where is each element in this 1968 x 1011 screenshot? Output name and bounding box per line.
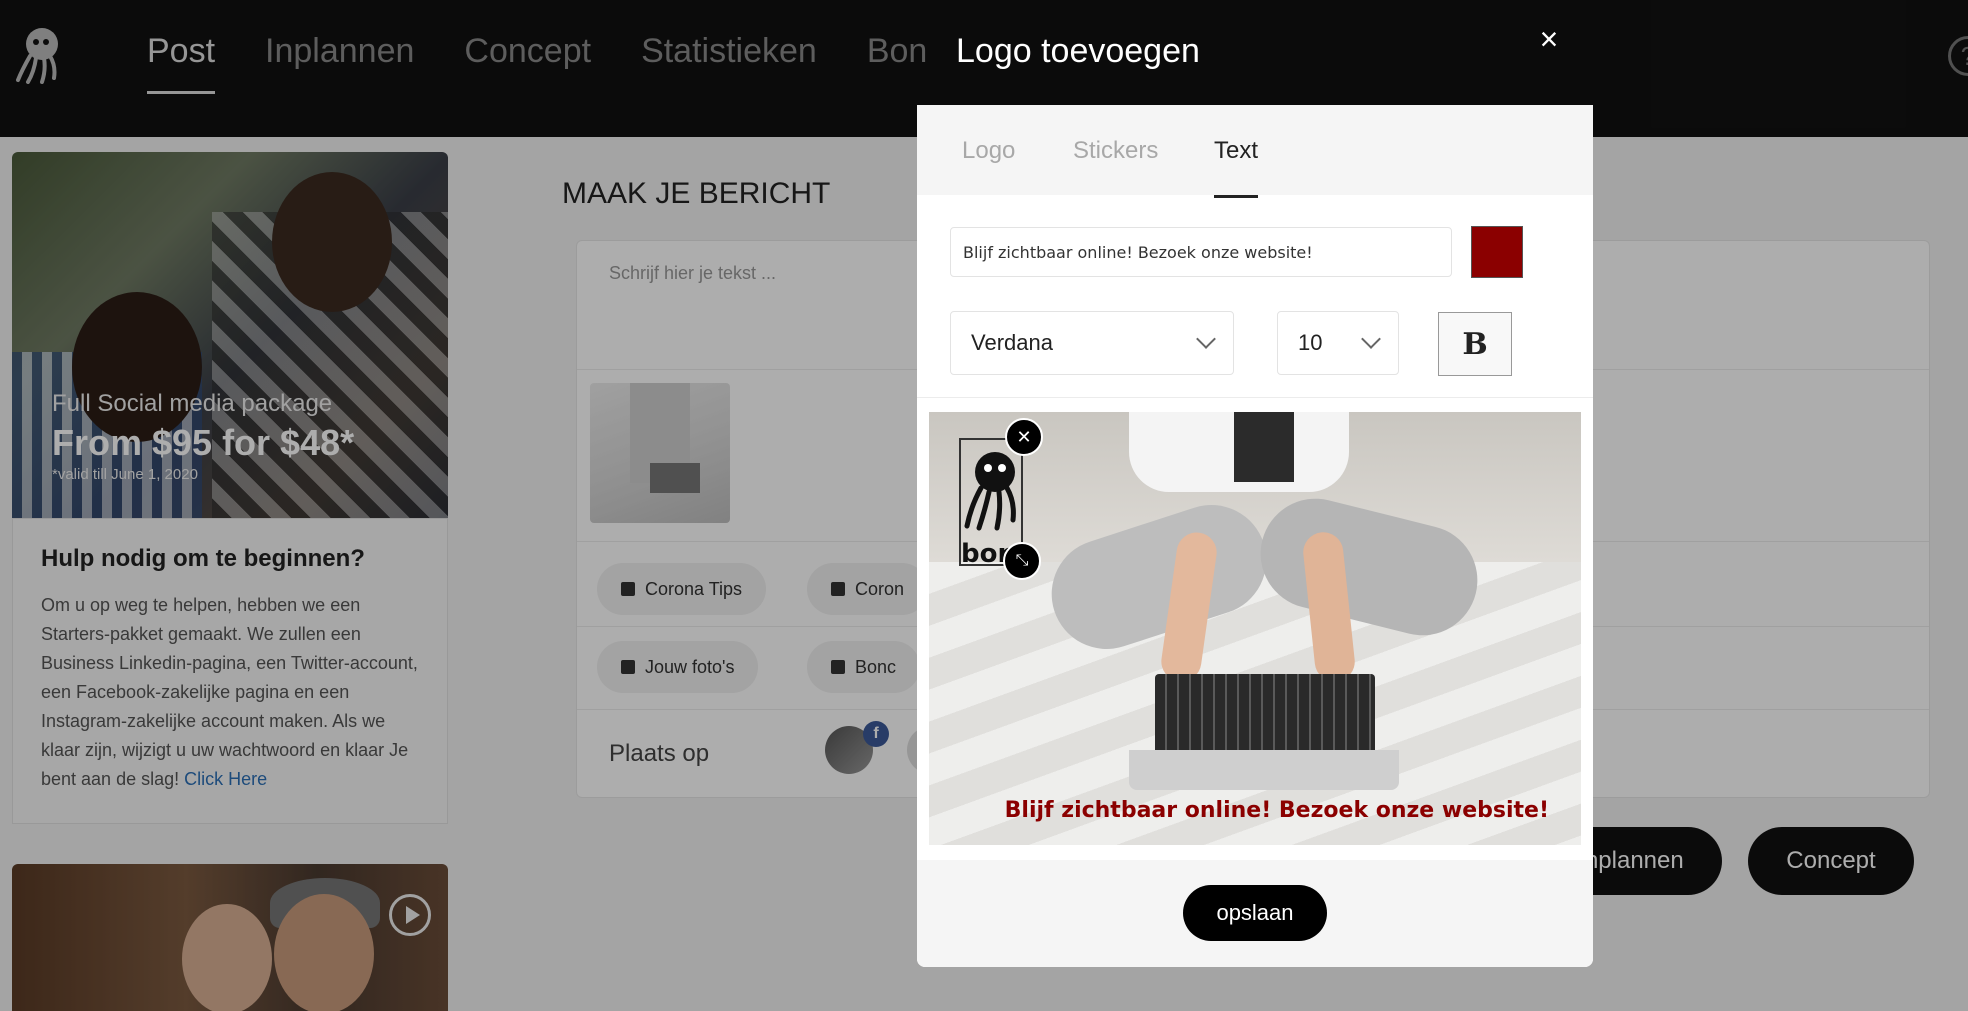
- overlay-text-input[interactable]: [950, 227, 1452, 277]
- resize-handle-icon[interactable]: ⤡: [1003, 542, 1041, 580]
- modal-title: Logo toevoegen: [956, 32, 1200, 70]
- tab-text[interactable]: Text: [1214, 137, 1259, 198]
- bold-toggle-button[interactable]: B: [1438, 312, 1512, 376]
- font-size-value: 10: [1298, 330, 1323, 355]
- remove-logo-icon[interactable]: ✕: [1005, 418, 1043, 456]
- font-select-value: Verdana: [971, 330, 1053, 355]
- logo-modal: Logo Stickers Text Verdana 10 B bon ✕: [917, 105, 1593, 967]
- chevron-down-icon: [1196, 329, 1216, 349]
- close-icon[interactable]: ×: [1534, 23, 1564, 55]
- chevron-down-icon: [1361, 329, 1381, 349]
- font-select[interactable]: Verdana: [950, 311, 1234, 375]
- image-preview-canvas[interactable]: bon ✕ ⤡ Blijf zichtbaar online! Bezoek o…: [929, 412, 1581, 845]
- preview-photo-top: [1234, 412, 1294, 482]
- divider: [917, 397, 1593, 398]
- modal-footer: opslaan: [917, 860, 1593, 967]
- preview-overlay-text[interactable]: Blijf zichtbaar online! Bezoek onze webs…: [929, 798, 1549, 823]
- text-color-picker[interactable]: [1471, 226, 1523, 278]
- font-size-select[interactable]: 10: [1277, 311, 1399, 375]
- preview-photo-laptop-base: [1129, 750, 1399, 790]
- tab-logo[interactable]: Logo: [962, 137, 1015, 165]
- save-button[interactable]: opslaan: [1183, 885, 1327, 941]
- tab-stickers[interactable]: Stickers: [1073, 137, 1158, 165]
- modal-tabs: Logo Stickers Text: [917, 105, 1593, 198]
- preview-photo-laptop: [1155, 674, 1375, 754]
